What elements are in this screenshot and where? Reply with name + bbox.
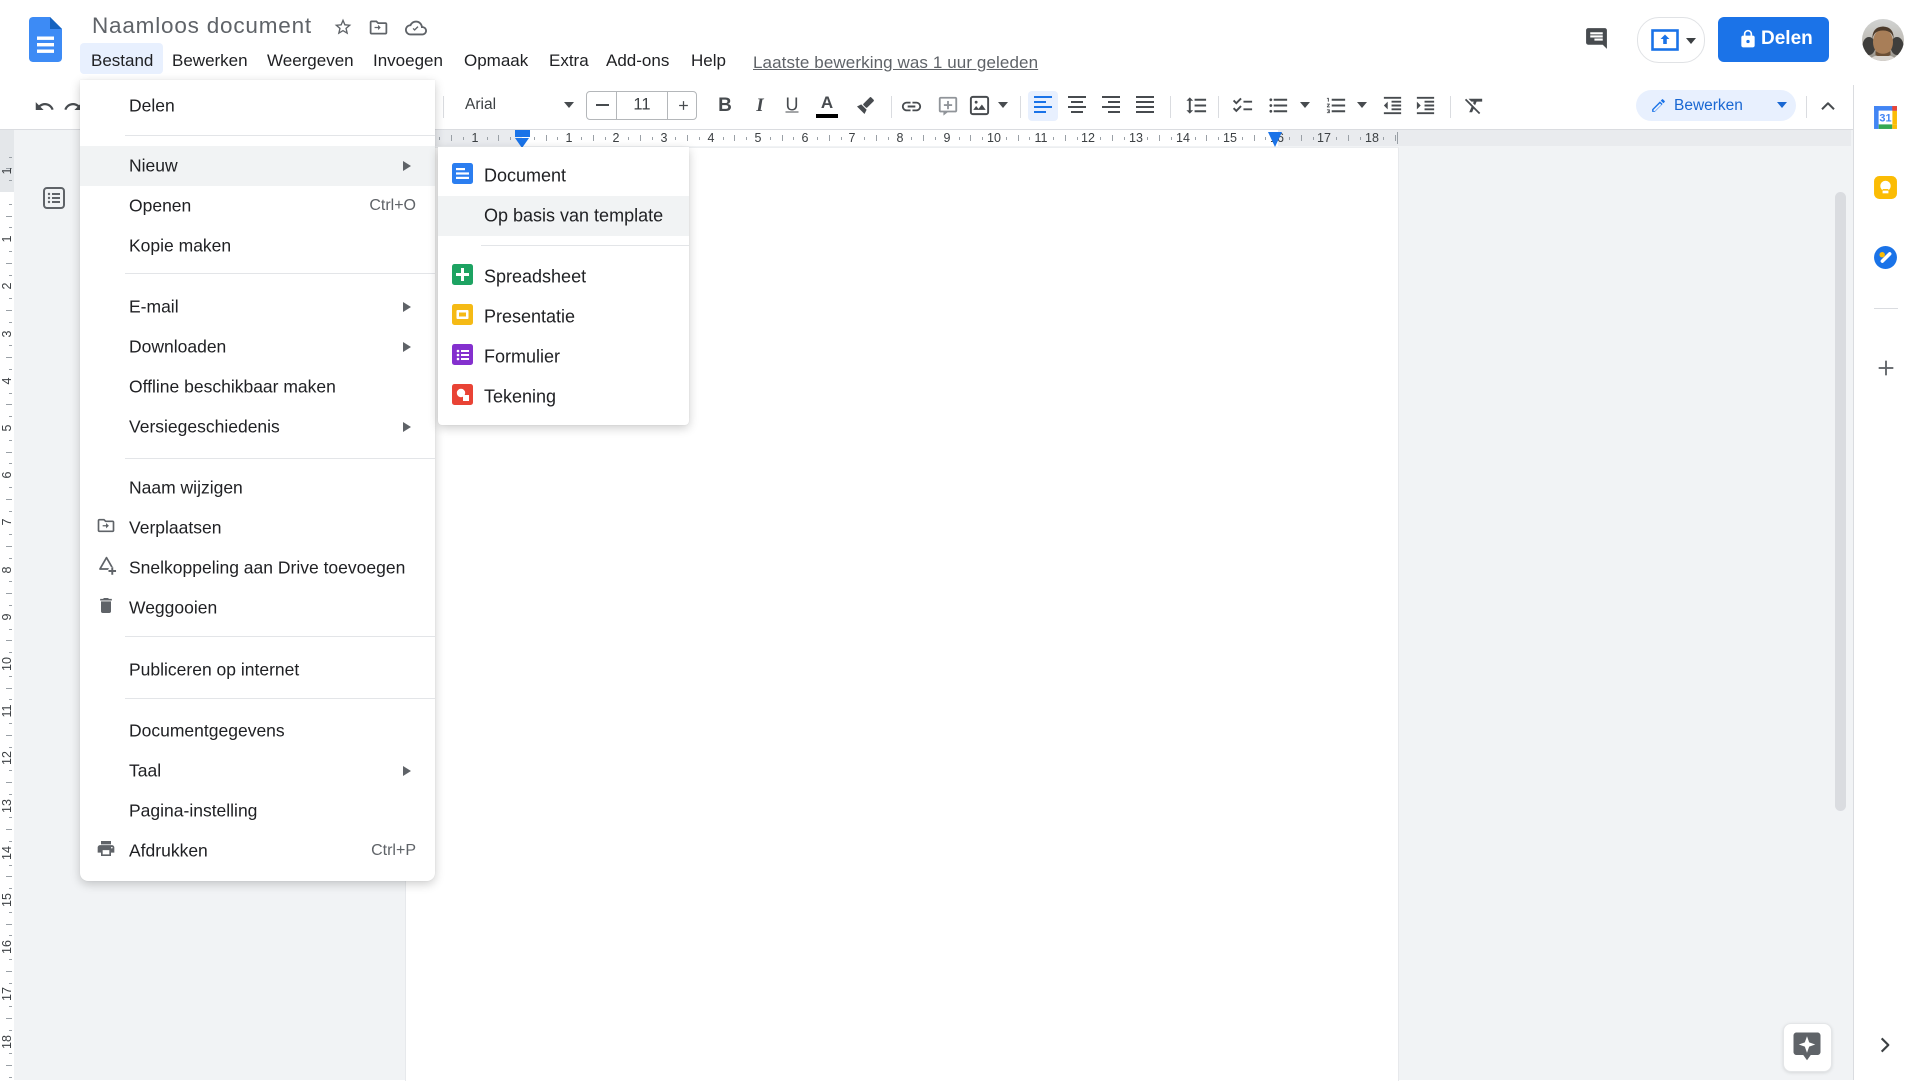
svg-text:31: 31	[1879, 112, 1891, 124]
